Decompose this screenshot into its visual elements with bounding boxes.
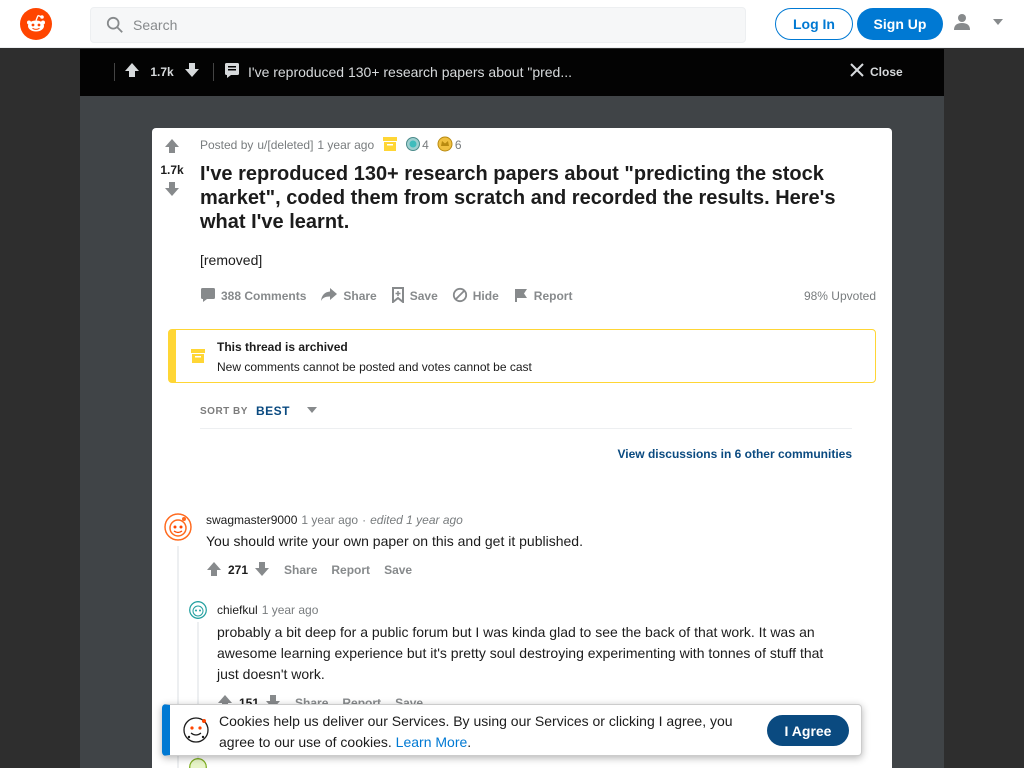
signup-button[interactable]: Sign Up: [857, 8, 943, 40]
archived-text: New comments cannot be posted and votes …: [217, 360, 532, 374]
comment-time[interactable]: 1 year ago: [301, 513, 358, 527]
comments-button[interactable]: 388 Comments: [200, 287, 306, 306]
sort-value: BEST: [255, 404, 290, 418]
comment-time[interactable]: 1 year ago: [262, 603, 319, 617]
separator-dot: ·: [362, 513, 367, 527]
reddit-logo-icon[interactable]: [20, 8, 52, 40]
flag-icon: [513, 287, 529, 306]
search-input[interactable]: [133, 17, 693, 33]
post-title: I've reproduced 130+ research papers abo…: [200, 163, 836, 233]
cookie-message: Cookies help us deliver our Services. By…: [219, 713, 733, 750]
avatar[interactable]: [189, 758, 207, 768]
comments-label: 388 Comments: [221, 289, 307, 303]
archived-notice: This thread is archived New comments can…: [168, 329, 876, 383]
cookie-text: Cookies help us deliver our Services. By…: [219, 711, 759, 753]
chevron-down-icon: [992, 15, 1004, 33]
postbar-vote-controls: 1.7k: [124, 62, 200, 82]
login-button[interactable]: Log In: [775, 8, 853, 40]
bookmark-icon: [391, 286, 405, 306]
platinum-award-icon: [406, 136, 421, 154]
cookie-banner: Cookies help us deliver our Services. By…: [162, 704, 862, 756]
top-header: Log In Sign Up: [0, 0, 1024, 48]
hide-button[interactable]: Hide: [452, 287, 499, 306]
chevron-down-icon: [306, 402, 318, 420]
cookie-period: .: [467, 734, 472, 750]
comment-text: probably a bit deep for a public forum b…: [217, 624, 824, 682]
post-body: [removed]: [200, 252, 263, 268]
post-actions: 388 Comments Share Save Hide Report 98% …: [200, 286, 876, 306]
comment-actions: 271 Share Report Save: [206, 560, 412, 580]
text-post-icon: [224, 62, 240, 81]
view-discussions-link[interactable]: View discussions in 6 other communities: [617, 447, 852, 461]
divider: [200, 428, 852, 429]
comment-vote-count: 271: [228, 563, 249, 577]
post-vote-count: 1.7k: [160, 163, 184, 177]
archived-title: This thread is archived: [217, 340, 348, 354]
downvote-icon[interactable]: [254, 561, 270, 580]
divider: [114, 63, 115, 81]
search-icon: [105, 15, 125, 35]
save-label: Save: [409, 289, 438, 303]
cookie-snoo-icon: [182, 716, 210, 749]
comment-author[interactable]: chiefkul: [217, 603, 258, 617]
upvoted-percentage: 98% Upvoted: [803, 289, 876, 303]
hide-icon: [452, 287, 468, 306]
downvote-icon[interactable]: [184, 62, 200, 83]
post-card: 1.7k Posted by u/[deleted] 1 year ago 4 …: [152, 128, 892, 768]
comment-header: swagmaster9000 1 year ago · edited 1 yea…: [206, 512, 463, 528]
save-button[interactable]: Save: [391, 286, 438, 306]
post-author[interactable]: u/[deleted]: [257, 138, 313, 152]
user-menu-dropdown[interactable]: [952, 12, 1004, 36]
sort-label: SORT BY: [200, 405, 248, 417]
agree-button[interactable]: I Agree: [767, 715, 849, 746]
share-icon: [320, 287, 338, 306]
learn-more-link[interactable]: Learn More: [396, 734, 468, 750]
share-button[interactable]: Share: [320, 287, 377, 306]
comment-share-button[interactable]: Share: [284, 563, 317, 577]
post-top-bar: 1.7k I've reproduced 130+ research paper…: [80, 49, 944, 96]
comment-icon: [200, 287, 216, 306]
upvote-icon[interactable]: [124, 62, 140, 83]
user-icon: [952, 12, 972, 37]
search-bar[interactable]: [90, 7, 746, 43]
upvote-icon[interactable]: [164, 138, 180, 159]
downvote-icon[interactable]: [164, 181, 180, 202]
comment-header: chiefkul 1 year ago: [217, 602, 318, 618]
share-label: Share: [343, 289, 377, 303]
post-vote-column: 1.7k: [152, 138, 192, 202]
postbar-title[interactable]: I've reproduced 130+ research papers abo…: [224, 62, 572, 81]
divider: [213, 63, 214, 81]
archive-icon: [382, 136, 398, 155]
post-time[interactable]: 1 year ago: [317, 138, 374, 152]
comment-edited: edited 1 year ago: [370, 513, 463, 527]
award-platinum[interactable]: 4: [406, 136, 429, 154]
award-count: 4: [422, 138, 429, 152]
archive-icon: [190, 348, 206, 369]
comment-report-button[interactable]: Report: [331, 563, 370, 577]
avatar[interactable]: [164, 513, 192, 541]
close-icon: [850, 63, 864, 80]
posted-by-label: Posted by: [200, 138, 254, 152]
close-button[interactable]: Close: [850, 63, 903, 80]
comment-text: You should write your own paper on this …: [206, 533, 583, 549]
upvote-icon[interactable]: [206, 561, 222, 580]
gold-award-icon: [437, 136, 453, 155]
sort-dropdown[interactable]: SORT BY BEST: [200, 402, 318, 420]
postbar-title-text: I've reproduced 130+ research papers abo…: [248, 63, 573, 80]
report-label: Report: [533, 289, 573, 303]
report-button[interactable]: Report: [513, 287, 573, 306]
close-label: Close: [870, 64, 903, 79]
hide-label: Hide: [472, 289, 499, 303]
comment-author[interactable]: swagmaster9000: [206, 513, 297, 527]
award-count: 6: [454, 138, 462, 152]
post-meta: Posted by u/[deleted] 1 year ago 4 6: [200, 136, 462, 154]
avatar[interactable]: [189, 601, 207, 619]
comment-save-button[interactable]: Save: [384, 563, 412, 577]
postbar-vote-count: 1.7k: [150, 65, 174, 79]
award-gold[interactable]: 6: [437, 136, 462, 155]
